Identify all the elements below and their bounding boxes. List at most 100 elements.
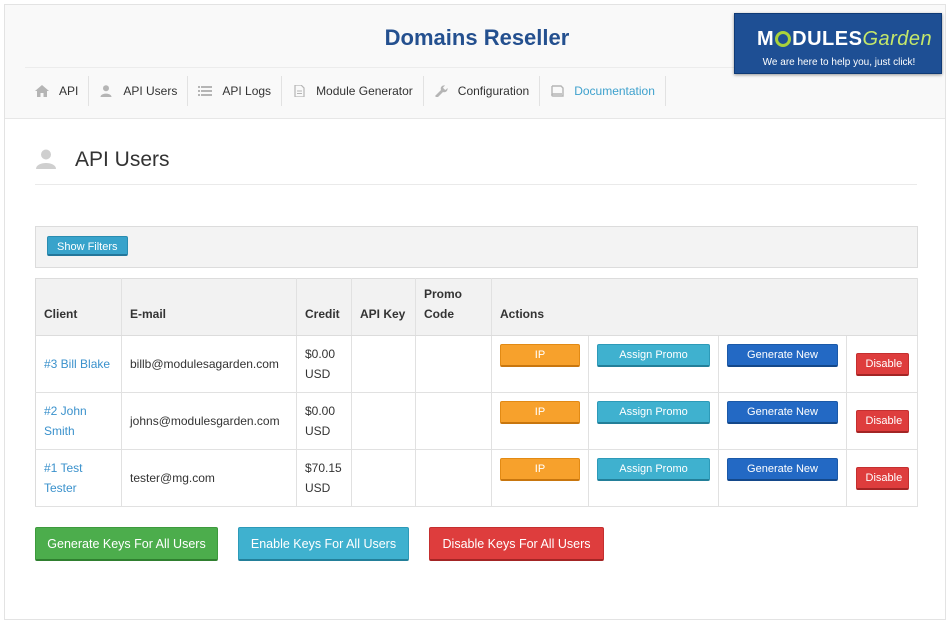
credit-cell: $0.00 USD xyxy=(296,335,352,393)
header: Domains Reseller M DULESGarden We are her… xyxy=(5,5,945,119)
client-name-line1: #3 Bill Blake xyxy=(44,357,111,371)
generate-new-key-button[interactable]: Generate New Key xyxy=(727,343,838,382)
table-header-row: Client E-mail Credit API Key Promo Code A… xyxy=(35,278,918,336)
api-key-cell xyxy=(351,335,416,393)
action-cell: Disable xyxy=(846,392,918,450)
nav-item-api-logs[interactable]: API Logs xyxy=(188,76,283,106)
book-icon xyxy=(550,85,564,97)
disable-keys-all-button[interactable]: Disable Keys For All Users xyxy=(429,527,604,561)
client-link[interactable]: #1 Test Tester xyxy=(35,449,122,507)
user-icon xyxy=(99,85,113,97)
nav-item-api-users[interactable]: API Users xyxy=(89,76,189,106)
action-cell: Disable xyxy=(846,449,918,507)
email-cell: tester@mg.com xyxy=(121,449,297,507)
promo-header-line1: Promo xyxy=(424,287,463,301)
column-header-email[interactable]: E-mail xyxy=(121,278,297,336)
assign-promo-code-button[interactable]: Assign Promo Code xyxy=(597,343,710,382)
wrench-icon xyxy=(434,85,448,97)
client-link[interactable]: #2 John Smith xyxy=(35,392,122,450)
table-row: #2 John Smith johns@modulesgarden.com $0.… xyxy=(35,392,918,450)
client-name-line2: Tester xyxy=(44,481,77,495)
column-header-actions: Actions xyxy=(491,278,918,336)
nav-item-module-generator[interactable]: Module Generator xyxy=(282,76,424,106)
api-users-table: Client E-mail Credit API Key Promo Code A… xyxy=(35,278,918,507)
generate-new-key-button[interactable]: Generate New Key xyxy=(727,400,838,439)
nav-label-documentation: Documentation xyxy=(574,84,655,98)
action-cell: Generate New Key xyxy=(718,392,847,450)
credit-amount: $0.00 xyxy=(305,404,336,418)
app-frame: Domains Reseller M DULESGarden We are her… xyxy=(4,4,946,620)
promo-code-cell xyxy=(415,449,492,507)
generate-new-key-button[interactable]: Generate New Key xyxy=(727,457,838,496)
logo-wordmark: M DULESGarden xyxy=(757,28,932,51)
action-cell: IP Restriction xyxy=(491,392,589,450)
modulesgarden-logo[interactable]: M DULESGarden We are here to help you, ju… xyxy=(734,13,942,74)
credit-cell: $0.00 USD xyxy=(296,392,352,450)
client-name-line1: #1 Test xyxy=(44,461,83,475)
logo-word-accent: Garden xyxy=(862,28,933,50)
bulk-actions: Generate Keys For All Users Enable Keys … xyxy=(35,527,918,563)
client-name-line2: Smith xyxy=(44,424,75,438)
user-icon xyxy=(35,149,57,172)
disable-button[interactable]: Disable xyxy=(855,352,909,376)
nav-label-api-users: API Users xyxy=(123,84,178,98)
ip-restriction-button[interactable]: IP Restriction xyxy=(500,343,580,382)
client-name-line1: #2 John xyxy=(44,404,87,418)
list-icon xyxy=(198,85,213,97)
home-icon xyxy=(35,85,49,97)
email-cell: billb@modulesagarden.com xyxy=(121,335,297,393)
column-header-api-key[interactable]: API Key xyxy=(351,278,416,336)
table-row: #3 Bill Blake billb@modulesagarden.com $… xyxy=(35,335,918,393)
nav-item-configuration[interactable]: Configuration xyxy=(424,76,541,106)
column-header-credit[interactable]: Credit xyxy=(296,278,352,336)
client-link[interactable]: #3 Bill Blake xyxy=(35,335,122,393)
show-filters-button[interactable]: Show Filters xyxy=(47,236,128,256)
table-row: #1 Test Tester tester@mg.com $70.15 USD IP… xyxy=(35,449,918,507)
credit-amount: $0.00 xyxy=(305,347,336,361)
disable-button[interactable]: Disable xyxy=(855,409,909,433)
action-cell: Assign Promo Code xyxy=(588,335,719,393)
api-key-cell xyxy=(351,392,416,450)
credit-currency: USD xyxy=(305,367,331,381)
credit-currency: USD xyxy=(305,424,331,438)
promo-code-cell xyxy=(415,392,492,450)
credit-currency: USD xyxy=(305,481,331,495)
enable-keys-all-button[interactable]: Enable Keys For All Users xyxy=(238,527,409,561)
filter-bar: Show Filters xyxy=(35,226,918,268)
action-cell: Assign Promo Code xyxy=(588,392,719,450)
action-cell: Generate New Key xyxy=(718,335,847,393)
logo-word-rest: DULES xyxy=(792,28,863,50)
logo-tagline: We are here to help you, just click! xyxy=(762,57,916,68)
page-heading: API Users xyxy=(35,145,917,185)
nav-label-module-generator: Module Generator xyxy=(316,84,413,98)
email-cell: johns@modulesgarden.com xyxy=(121,392,297,450)
action-cell: Disable xyxy=(846,335,918,393)
logo-letter-m: M xyxy=(757,28,775,50)
action-cell: IP Restriction xyxy=(491,449,589,507)
disable-button[interactable]: Disable xyxy=(855,466,909,490)
promo-code-cell xyxy=(415,335,492,393)
credit-amount: $70.15 xyxy=(305,461,342,475)
promo-header-line2: Code xyxy=(424,307,454,321)
assign-promo-code-button[interactable]: Assign Promo Code xyxy=(597,400,710,439)
action-cell: Generate New Key xyxy=(718,449,847,507)
page-title: API Users xyxy=(75,148,170,171)
action-cell: Assign Promo Code xyxy=(588,449,719,507)
generate-keys-all-button[interactable]: Generate Keys For All Users xyxy=(35,527,218,561)
ip-restriction-button[interactable]: IP Restriction xyxy=(500,457,580,496)
api-key-cell xyxy=(351,449,416,507)
assign-promo-code-button[interactable]: Assign Promo Code xyxy=(597,457,710,496)
nav-label-configuration: Configuration xyxy=(457,84,530,98)
ip-restriction-button[interactable]: IP Restriction xyxy=(500,400,580,439)
column-header-client[interactable]: Client xyxy=(35,278,122,336)
file-icon xyxy=(292,85,306,97)
credit-cell: $70.15 USD xyxy=(296,449,352,507)
logo-ring-icon xyxy=(775,31,792,47)
nav-item-api[interactable]: API xyxy=(25,76,90,106)
action-cell: IP Restriction xyxy=(491,335,589,393)
nav-label-api-logs: API Logs xyxy=(222,84,272,98)
main-nav: API API Users API Logs Module Generator xyxy=(25,76,666,106)
nav-item-documentation[interactable]: Documentation xyxy=(540,76,666,106)
nav-label-api: API xyxy=(59,84,79,98)
column-header-promo-code[interactable]: Promo Code xyxy=(415,278,492,336)
